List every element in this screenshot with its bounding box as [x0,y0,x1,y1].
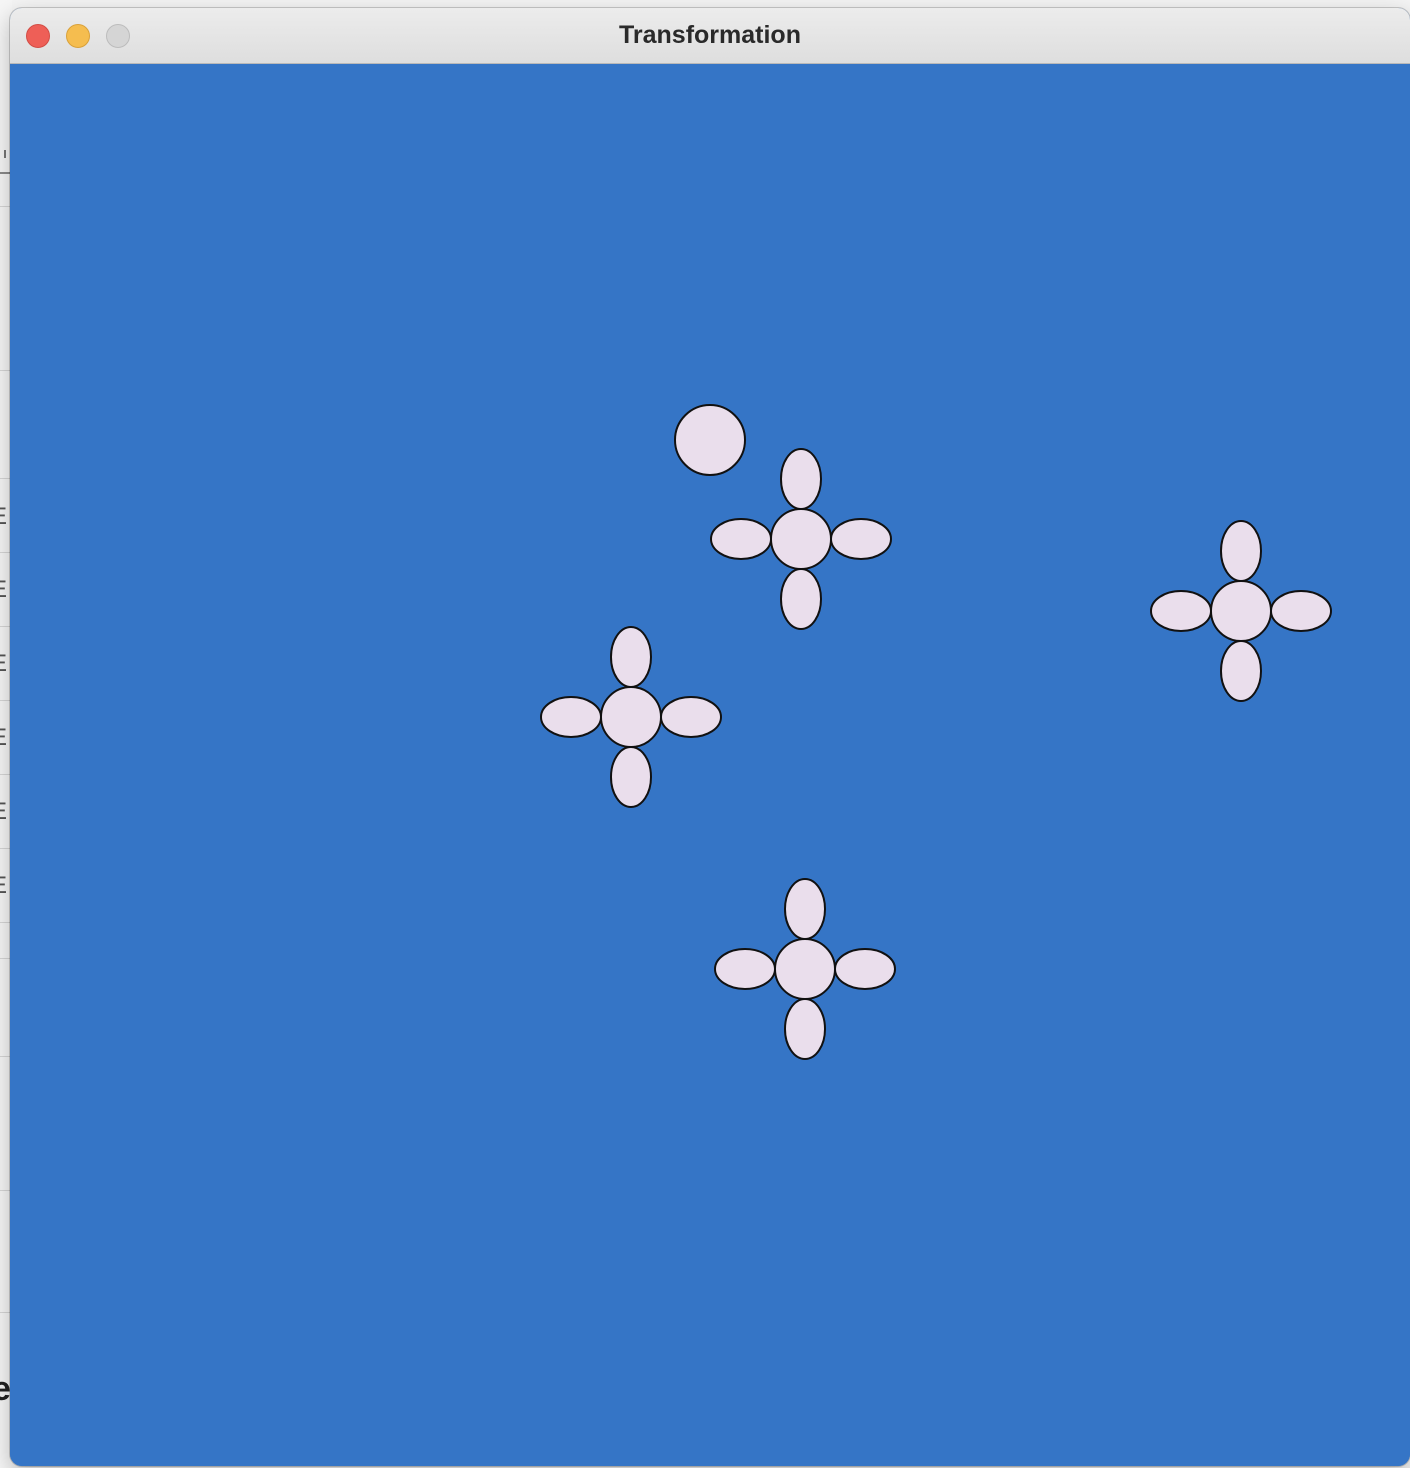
background-text-fragment: E [0,800,7,824]
background-text-fragment: E [0,505,7,529]
petal-top [784,878,826,940]
flower-center [770,508,832,570]
petal-left [1150,590,1212,632]
canvas-background [10,64,1410,1466]
background-text-fragment: E [0,578,7,602]
petal-bottom [780,568,822,630]
close-window-button[interactable] [26,24,50,48]
zoom-window-button-disabled [106,24,130,48]
circle-shape [674,404,746,476]
petal-left [540,696,602,738]
petal-top [780,448,822,510]
circle-body [674,404,746,476]
flower-center [600,686,662,748]
flower-center [1210,580,1272,642]
petal-right [1270,590,1332,632]
window-title: Transformation [619,21,801,49]
background-text-fragment: E [0,726,7,750]
petal-left [710,518,772,560]
drawing-surface [10,64,1410,1466]
background-text-fragment: E [0,652,7,676]
petal-bottom [610,746,652,808]
flower-center [774,938,836,1000]
petal-top [610,626,652,688]
petal-right [830,518,892,560]
petal-left [714,948,776,990]
drawing-canvas [10,64,1410,1466]
background-text-fragment: E [0,874,7,898]
window-titlebar[interactable]: Transformation [10,8,1410,64]
petal-right [834,948,896,990]
petal-bottom [1220,640,1262,702]
transformation-window: Transformation [10,8,1410,1466]
minimize-window-button[interactable] [66,24,90,48]
petal-top [1220,520,1262,582]
background-input-fragment [0,142,10,174]
petal-right [660,696,722,738]
petal-bottom [784,998,826,1060]
